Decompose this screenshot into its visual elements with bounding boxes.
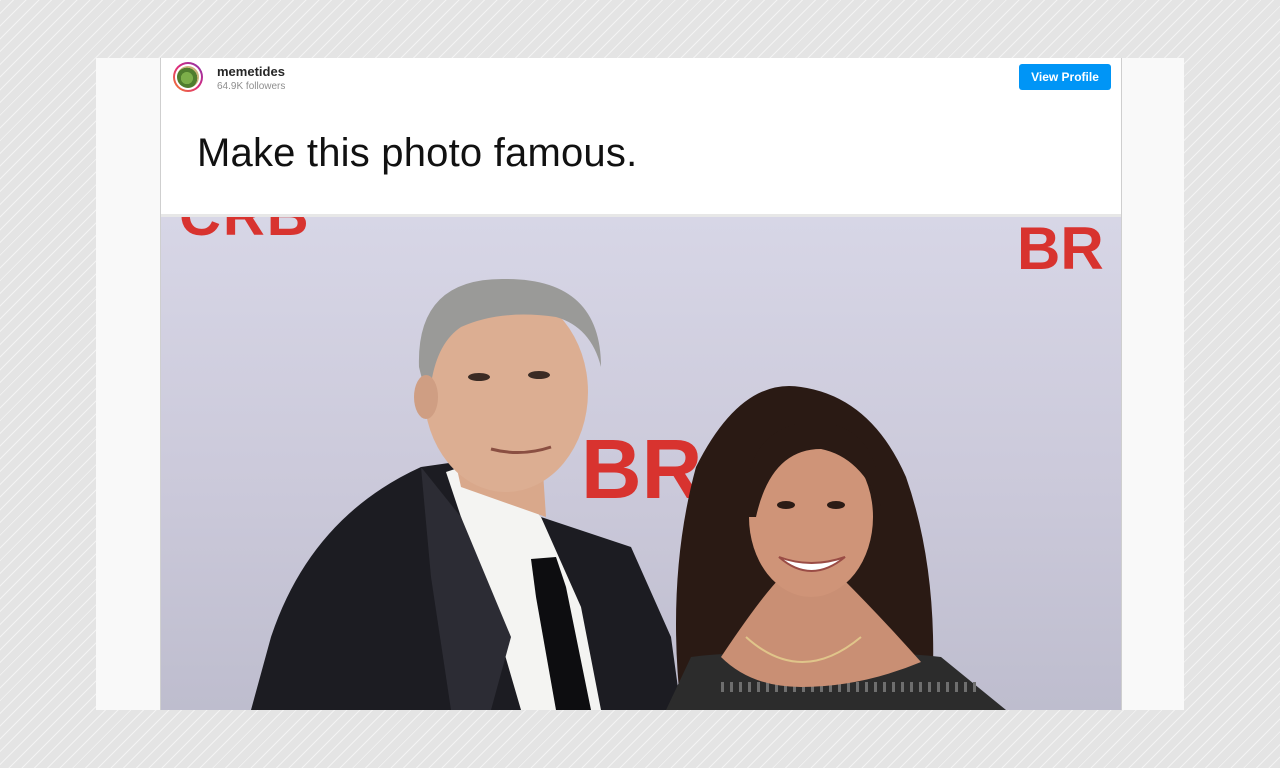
profile-avatar[interactable] — [173, 62, 203, 92]
meme-caption: Make this photo famous. — [197, 131, 638, 175]
username[interactable]: memetides — [217, 64, 285, 79]
post-photo[interactable]: CRB BR BRO — [161, 217, 1121, 710]
man-figure — [251, 278, 681, 710]
photo-illustration — [251, 278, 1006, 710]
follower-count: 64.9K followers — [217, 81, 286, 92]
frog-avatar-icon — [177, 66, 199, 88]
view-profile-button[interactable]: View Profile — [1019, 64, 1111, 90]
meme-caption-area: Make this photo famous. — [161, 98, 1121, 214]
instagram-embed-card: memetides 64.9K followers View Profile M… — [160, 58, 1122, 710]
post-header: memetides 64.9K followers View Profile — [161, 58, 1121, 98]
woman-figure — [666, 386, 1006, 710]
